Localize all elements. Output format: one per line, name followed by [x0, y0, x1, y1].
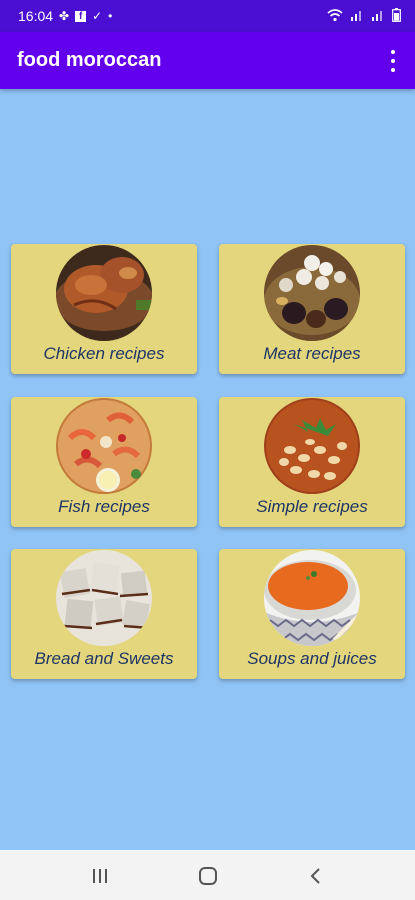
category-label: Bread and Sweets	[34, 649, 174, 668]
soup-bowl-image	[264, 550, 360, 646]
category-card-fish[interactable]: Fish recipes	[11, 397, 197, 527]
seafood-paella-image	[56, 398, 152, 494]
category-card-chicken[interactable]: Chicken recipes	[11, 244, 197, 374]
category-card-bread[interactable]: Bread and Sweets	[11, 549, 197, 679]
home-icon[interactable]	[196, 864, 220, 888]
navigation-bar	[0, 850, 415, 900]
category-label: Meat recipes	[263, 344, 361, 363]
category-card-simple[interactable]: Simple recipes	[219, 397, 405, 527]
category-card-meat[interactable]: Meat recipes	[219, 244, 405, 374]
back-icon[interactable]	[304, 864, 328, 888]
roast-chicken-image	[56, 245, 152, 341]
category-label: Chicken recipes	[43, 344, 165, 363]
category-label: Soups and juices	[247, 649, 377, 668]
category-label: Fish recipes	[58, 497, 150, 516]
category-label: Simple recipes	[256, 497, 368, 516]
recent-apps-icon[interactable]	[88, 864, 112, 888]
layered-pastries-image	[56, 550, 152, 646]
category-card-soups[interactable]: Soups and juices	[219, 549, 405, 679]
meat-with-prunes-eggs-image	[264, 245, 360, 341]
bean-stew-image	[264, 398, 360, 494]
category-grid: Chicken recipes Meat recipes Fish recipe…	[0, 0, 415, 850]
